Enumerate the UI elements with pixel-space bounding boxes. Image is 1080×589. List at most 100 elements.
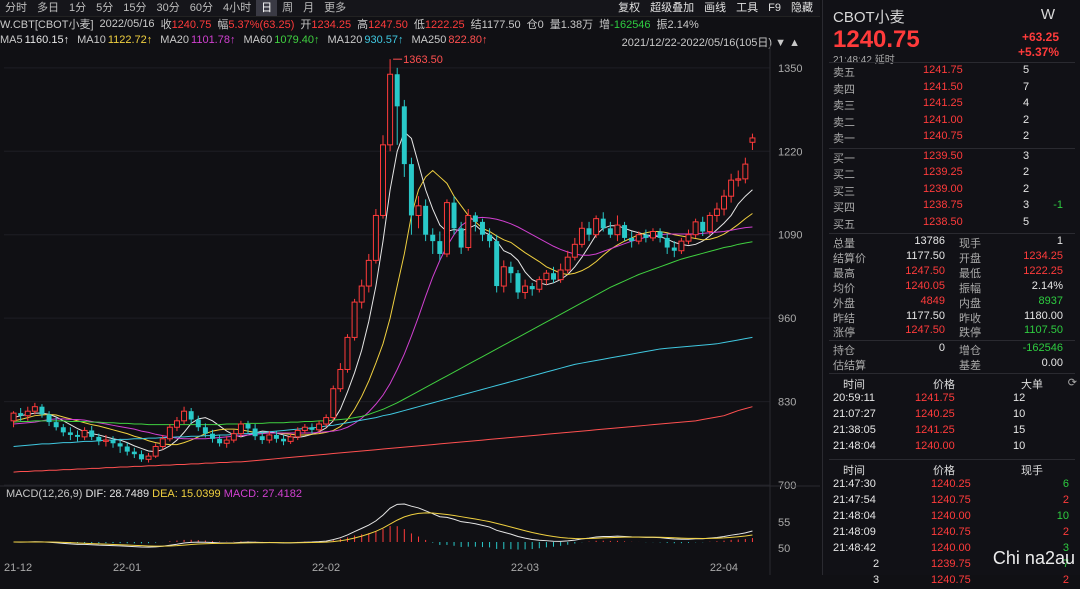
candle-body (39, 406, 45, 415)
swing-label: 振 (656, 19, 668, 31)
period-tab-4[interactable]: 15分 (118, 0, 151, 16)
refresh-icon[interactable]: ⟳ (1068, 376, 1077, 389)
y-tick-label: 1350 (778, 63, 802, 75)
toolbar-tool-2[interactable]: 画线 (699, 0, 731, 16)
macd-dea: DEA: 15.0399 (152, 488, 224, 500)
tick-price: 1240.00 (931, 542, 971, 555)
candle-body (380, 144, 386, 216)
candle-body (557, 269, 564, 281)
toolbar-tool-0[interactable]: 复权 (613, 0, 645, 16)
candle-body (230, 433, 237, 441)
toolbar-tool-4[interactable]: F9 (763, 0, 786, 16)
stat-value: 1107.50 (1024, 324, 1063, 337)
divider (829, 233, 1075, 234)
candle-body (522, 285, 529, 293)
period-tab-10[interactable]: 月 (298, 0, 319, 16)
bid-row[interactable]: 买四 1238.75 3 -1 (833, 199, 1073, 214)
high-value: 1247.50 (368, 19, 408, 31)
candle-body (629, 237, 635, 242)
ask-row[interactable]: 卖三 1241.25 4 (833, 97, 1073, 112)
stat-value: -162546 (1022, 342, 1063, 355)
period-tab-2[interactable]: 1分 (64, 0, 91, 16)
candlestick-chart[interactable]: 1350122010909608307001363.50MACD(12,26,9… (0, 45, 820, 575)
ticks-header: 时间 价格 现手 (833, 462, 1073, 477)
y-tick-label: 1090 (778, 230, 802, 242)
stat-row: 总量 13786 现手 1 (833, 235, 1073, 250)
stat-label: 持仓 (833, 345, 855, 358)
trade-volume: 12 (1013, 392, 1026, 405)
candle-body (586, 228, 592, 235)
stat-value: 1247.50 (905, 264, 945, 277)
period-tab-5[interactable]: 30分 (152, 0, 185, 16)
trade-price: 1240.00 (915, 440, 955, 453)
bid-volume: 2 (1023, 182, 1030, 195)
bid-volume: 3 (1023, 149, 1030, 162)
tick-price: 1239.75 (931, 558, 971, 571)
candle-body (692, 221, 699, 236)
peak-label: 1363.50 (403, 54, 443, 66)
candle-body (152, 445, 159, 457)
toolbar-tool-5[interactable]: 隐藏 (786, 0, 818, 16)
candle-body (437, 241, 443, 254)
ask-row[interactable]: 卖四 1241.50 7 (833, 81, 1073, 96)
tick-row: 3 1240.75 2 (833, 574, 1073, 589)
quote-title: CBOT小麦 (833, 9, 905, 26)
ask-label: 卖四 (833, 83, 855, 96)
trade-volume: 10 (1013, 408, 1026, 421)
tick-volume: 6 (1062, 478, 1069, 491)
bid-row[interactable]: 买二 1239.25 2 (833, 166, 1073, 181)
ask-row[interactable]: 卖一 1240.75 2 (833, 130, 1073, 145)
candle-body (124, 446, 130, 452)
period-tab-1[interactable]: 多日 (32, 0, 64, 16)
ask-row[interactable]: 卖五 1241.75 5 (833, 64, 1073, 79)
big-trade-row: 21:38:05 1241.25 15 (833, 424, 1073, 439)
candle-body (53, 422, 59, 428)
candle-body (337, 368, 344, 390)
period-tab-7[interactable]: 4小时 (218, 0, 256, 16)
period-tab-8[interactable]: 日 (256, 0, 278, 16)
stat-value: 1177.50 (906, 249, 945, 262)
trade-volume: 15 (1013, 424, 1026, 437)
candle-body (529, 286, 535, 290)
stat-label: 最高 (833, 267, 855, 280)
bid-volume: 5 (1023, 215, 1030, 228)
candle-body (195, 419, 201, 428)
candle-body (351, 301, 358, 338)
ask-label: 卖五 (833, 67, 855, 79)
swing-value: 2.14% (667, 19, 699, 31)
period-tab-9[interactable]: 周 (277, 0, 298, 16)
bid-label: 买一 (833, 152, 855, 165)
tick-time: 21:48:42 (833, 542, 876, 555)
ask-row[interactable]: 卖二 1241.00 2 (833, 114, 1073, 129)
candle-body (237, 423, 244, 435)
bid-volume: 2 (1023, 166, 1030, 178)
bid-row[interactable]: 买五 1238.50 5 (833, 216, 1073, 231)
ma-line-MA60 (13, 241, 753, 426)
stat-value: 1222.25 (1023, 264, 1063, 277)
toolbar-tool-1[interactable]: 超级叠加 (645, 0, 699, 16)
period-tab-6[interactable]: 60分 (185, 0, 218, 16)
candle-body (713, 208, 720, 216)
bid-label: 买五 (833, 218, 855, 231)
period-tab-11[interactable]: 更多 (319, 0, 351, 16)
period-tab-3[interactable]: 5分 (91, 0, 118, 16)
candle-body (266, 434, 273, 441)
candle-body (443, 202, 450, 255)
candle-body (294, 429, 301, 438)
tick-price: 1240.75 (931, 526, 971, 539)
period-tab-0[interactable]: 分时 (0, 0, 32, 16)
col-time: 时间 (843, 465, 865, 478)
candle-body (465, 214, 472, 249)
stat-value: 1177.50 (906, 309, 945, 322)
bid-row[interactable]: 买一 1239.50 3 (833, 150, 1073, 165)
candle-body (551, 273, 557, 280)
x-tick-label: 22-04 (710, 562, 738, 574)
stat-value: 1247.50 (905, 324, 945, 337)
toolbar-tool-3[interactable]: 工具 (731, 0, 763, 16)
candle-body (131, 451, 137, 455)
bid-row[interactable]: 买三 1239.00 2 (833, 183, 1073, 198)
macd-y-tick: 55 (778, 517, 790, 529)
bid-price: 1239.00 (923, 182, 963, 195)
candle-body (614, 224, 621, 236)
candle-body (394, 74, 400, 107)
